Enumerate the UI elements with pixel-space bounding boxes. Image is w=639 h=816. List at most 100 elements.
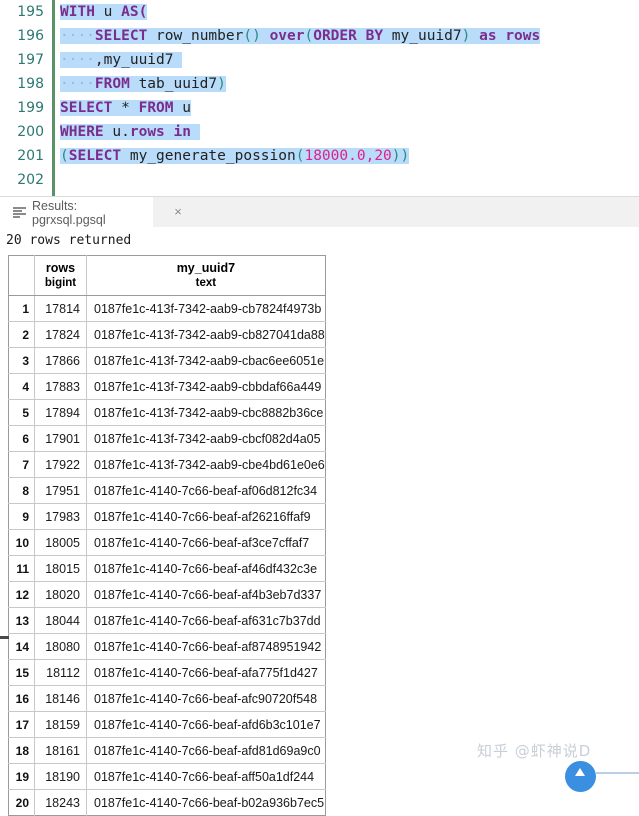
uuid-cell[interactable]: 0187fe1c-4140-7c66-beaf-af46df432c3e <box>86 555 326 582</box>
row-index-cell[interactable]: 17 <box>8 711 35 738</box>
table-row[interactable]: 12 18020 0187fe1c-4140-7c66-beaf-af4b3eb7d… <box>8 581 326 608</box>
row-index-cell[interactable]: 15 <box>8 659 35 686</box>
uuid-cell[interactable]: 0187fe1c-4140-7c66-beaf-af3ce7cffaf7 <box>86 529 326 556</box>
rows-cell[interactable]: 18015 <box>34 555 87 582</box>
column-header-index[interactable] <box>8 255 35 296</box>
uuid-cell[interactable]: 0187fe1c-4140-7c66-beaf-aff50a1df244 <box>86 763 326 790</box>
row-index-cell[interactable]: 9 <box>8 503 35 530</box>
table-row[interactable]: 17 18159 0187fe1c-4140-7c66-beaf-afd6b3c10… <box>8 711 326 738</box>
row-index-cell[interactable]: 2 <box>8 321 35 348</box>
uuid-cell[interactable]: 0187fe1c-4140-7c66-beaf-afd6b3c101e7 <box>86 711 326 738</box>
table-row[interactable]: 3 17866 0187fe1c-413f-7342-aab9-cbac6ee605… <box>8 347 326 374</box>
rows-cell[interactable]: 17883 <box>34 373 87 400</box>
rows-cell[interactable]: 18159 <box>34 711 87 738</box>
uuid-cell[interactable]: 0187fe1c-413f-7342-aab9-cb7824f4973b <box>86 295 326 322</box>
row-index-cell[interactable]: 10 <box>8 529 35 556</box>
code-line[interactable]: 197 ····,my_uuid7 <box>0 48 639 72</box>
row-index-cell[interactable]: 19 <box>8 763 35 790</box>
table-row[interactable]: 10 18005 0187fe1c-4140-7c66-beaf-af3ce7cff… <box>8 529 326 556</box>
rows-cell[interactable]: 18243 <box>34 789 87 816</box>
uuid-cell[interactable]: 0187fe1c-4140-7c66-beaf-af4b3eb7d337 <box>86 581 326 608</box>
uuid-cell[interactable]: 0187fe1c-4140-7c66-beaf-af06d812fc34 <box>86 477 326 504</box>
row-index-cell[interactable]: 18 <box>8 737 35 764</box>
uuid-cell[interactable]: 0187fe1c-413f-7342-aab9-cbc8882b36ce <box>86 399 326 426</box>
uuid-cell[interactable]: 0187fe1c-4140-7c66-beaf-b02a936b7ec5 <box>86 789 326 816</box>
table-row[interactable]: 1 17814 0187fe1c-413f-7342-aab9-cb7824f497… <box>8 295 326 322</box>
rows-cell[interactable]: 17922 <box>34 451 87 478</box>
code-line[interactable]: 201 (SELECT my_generate_possion(18000.0,2… <box>0 144 639 168</box>
table-row[interactable]: 2 17824 0187fe1c-413f-7342-aab9-cb827041da… <box>8 321 326 348</box>
table-row[interactable]: 7 17922 0187fe1c-413f-7342-aab9-cbe4bd61e0… <box>8 451 326 478</box>
uuid-cell[interactable]: 0187fe1c-413f-7342-aab9-cbe4bd61e0e6 <box>86 451 326 478</box>
rows-cell[interactable]: 18044 <box>34 607 87 634</box>
code-line[interactable]: 198 ····FROM tab_uuid7) <box>0 72 639 96</box>
rows-cell[interactable]: 17824 <box>34 321 87 348</box>
uuid-cell[interactable]: 0187fe1c-4140-7c66-beaf-af8748951942 <box>86 633 326 660</box>
row-index-cell[interactable]: 7 <box>8 451 35 478</box>
row-index-cell[interactable]: 1 <box>8 295 35 322</box>
uuid-cell[interactable]: 0187fe1c-413f-7342-aab9-cbbdaf66a449 <box>86 373 326 400</box>
code-line[interactable]: 196 ····SELECT row_number() over(ORDER BY… <box>0 24 639 48</box>
table-row[interactable]: 13 18044 0187fe1c-4140-7c66-beaf-af631c7b3… <box>8 607 326 634</box>
close-icon[interactable]: × <box>171 205 185 219</box>
code-text: (SELECT my_generate_possion(18000.0,20)) <box>52 148 410 164</box>
column-header-rows[interactable]: rows bigint <box>34 255 87 296</box>
table-row[interactable]: 9 17983 0187fe1c-4140-7c66-beaf-af26216ffa… <box>8 503 326 530</box>
row-index-cell[interactable]: 5 <box>8 399 35 426</box>
column-header-my-uuid7[interactable]: my_uuid7 text <box>86 255 326 296</box>
rows-cell[interactable]: 18112 <box>34 659 87 686</box>
table-row[interactable]: 5 17894 0187fe1c-413f-7342-aab9-cbc8882b36… <box>8 399 326 426</box>
horizontal-scrollbar-tick[interactable] <box>0 636 9 639</box>
rows-cell[interactable]: 18080 <box>34 633 87 660</box>
rows-cell[interactable]: 18161 <box>34 737 87 764</box>
uuid-cell[interactable]: 0187fe1c-4140-7c66-beaf-af631c7b37dd <box>86 607 326 634</box>
code-line[interactable]: 199 SELECT * FROM u <box>0 96 639 120</box>
rows-cell[interactable]: 17901 <box>34 425 87 452</box>
code-token: ,my_uuid7 <box>94 52 183 68</box>
rows-cell[interactable]: 17866 <box>34 347 87 374</box>
table-row[interactable]: 18 18161 0187fe1c-4140-7c66-beaf-afd81d69a… <box>8 737 326 764</box>
table-row[interactable]: 16 18146 0187fe1c-4140-7c66-beaf-afc90720f… <box>8 685 326 712</box>
row-index-cell[interactable]: 12 <box>8 581 35 608</box>
uuid-cell[interactable]: 0187fe1c-4140-7c66-beaf-afa775f1d427 <box>86 659 326 686</box>
row-index-cell[interactable]: 20 <box>8 789 35 816</box>
rows-cell[interactable]: 18146 <box>34 685 87 712</box>
row-index-cell[interactable]: 14 <box>8 633 35 660</box>
table-row[interactable]: 8 17951 0187fe1c-4140-7c66-beaf-af06d812fc… <box>8 477 326 504</box>
rows-cell[interactable]: 17983 <box>34 503 87 530</box>
table-row[interactable]: 15 18112 0187fe1c-4140-7c66-beaf-afa775f1d… <box>8 659 326 686</box>
tab-results-pgrxsql[interactable]: Results: pgrxsql.pgsql <box>0 197 153 228</box>
rows-cell[interactable]: 18190 <box>34 763 87 790</box>
code-line[interactable]: 195 WITH u AS( <box>0 0 639 24</box>
sql-code-editor[interactable]: 195 WITH u AS(196 ····SELECT row_number() … <box>0 0 639 196</box>
row-index-cell[interactable]: 3 <box>8 347 35 374</box>
uuid-cell[interactable]: 0187fe1c-413f-7342-aab9-cb827041da88 <box>86 321 326 348</box>
row-index-cell[interactable]: 11 <box>8 555 35 582</box>
rows-cell[interactable]: 18005 <box>34 529 87 556</box>
rows-cell[interactable]: 17814 <box>34 295 87 322</box>
rows-cell[interactable]: 17951 <box>34 477 87 504</box>
rows-cell[interactable]: 18020 <box>34 581 87 608</box>
table-row[interactable]: 14 18080 0187fe1c-4140-7c66-beaf-af8748951… <box>8 633 326 660</box>
uuid-cell[interactable]: 0187fe1c-413f-7342-aab9-cbac6ee6051e <box>86 347 326 374</box>
table-row[interactable]: 19 18190 0187fe1c-4140-7c66-beaf-aff50a1df… <box>8 763 326 790</box>
row-index-cell[interactable]: 8 <box>8 477 35 504</box>
uuid-cell[interactable]: 0187fe1c-413f-7342-aab9-cbcf082d4a05 <box>86 425 326 452</box>
uuid-cell[interactable]: 0187fe1c-4140-7c66-beaf-af26216ffaf9 <box>86 503 326 530</box>
table-row[interactable]: 11 18015 0187fe1c-4140-7c66-beaf-af46df432… <box>8 555 326 582</box>
row-index-cell[interactable]: 6 <box>8 425 35 452</box>
row-index-cell[interactable]: 16 <box>8 685 35 712</box>
code-token <box>260 28 270 44</box>
table-row[interactable]: 20 18243 0187fe1c-4140-7c66-beaf-b02a936b7… <box>8 789 326 816</box>
row-index-cell[interactable]: 13 <box>8 607 35 634</box>
row-index-cell[interactable]: 4 <box>8 373 35 400</box>
table-row[interactable]: 4 17883 0187fe1c-413f-7342-aab9-cbbdaf66a4… <box>8 373 326 400</box>
code-token: ( <box>60 148 69 164</box>
results-table[interactable]: rows bigint my_uuid7 text 1 17814 0187fe1c… <box>8 255 326 816</box>
uuid-cell[interactable]: 0187fe1c-4140-7c66-beaf-afd81d69a9c0 <box>86 737 326 764</box>
table-row[interactable]: 6 17901 0187fe1c-413f-7342-aab9-cbcf082d4a… <box>8 425 326 452</box>
rows-cell[interactable]: 17894 <box>34 399 87 426</box>
code-line[interactable]: 202 <box>0 168 639 192</box>
code-line[interactable]: 200 WHERE u.rows in <box>0 120 639 144</box>
uuid-cell[interactable]: 0187fe1c-4140-7c66-beaf-afc90720f548 <box>86 685 326 712</box>
